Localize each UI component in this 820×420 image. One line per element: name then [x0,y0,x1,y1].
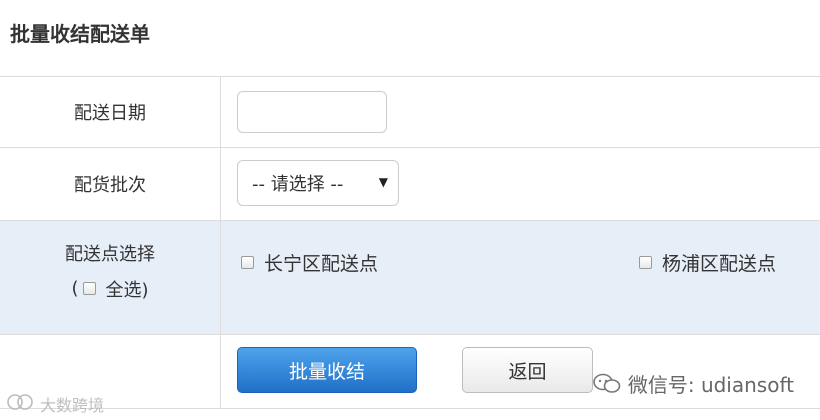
wechat-watermark-text: 微信号: udiansoft [627,373,794,397]
delivery-date-input[interactable] [237,91,387,133]
label-delivery-date: 配送日期 [0,77,221,147]
delivery-form: 配送日期 配货批次 -- 请选择 -- ▼ 配送点选择 ( 全选) 长宁区配送点… [0,76,820,409]
page: 批量收结配送单 配送日期 配货批次 -- 请选择 -- ▼ 配送点选择 (全选… [0,0,820,420]
batch-select[interactable]: -- 请选择 -- ▼ [237,160,399,206]
batch-select-value: -- 请选择 -- [252,174,344,195]
corner-watermark-icon [6,393,34,415]
checkbox-changning[interactable] [241,256,254,269]
corner-watermark-text: 大数跨境 [40,396,105,415]
select-all-line: ( 全选) [71,276,148,302]
label-cell-delivery-points: 配送点选择 ( 全选) [0,221,221,334]
batch-close-button[interactable]: 批量收结 [237,347,417,393]
corner-watermark: 大数跨境 [6,392,104,416]
cell-batch: -- 请选择 -- ▼ [221,148,820,220]
wechat-watermark: 微信号: udiansoft [592,369,794,398]
label-delivery-points: 配送点选择 [65,243,155,265]
label-batch: 配货批次 [0,148,221,220]
wechat-icon [592,372,622,396]
cell-delivery-points: 长宁区配送点 杨浦区配送点 [221,221,820,334]
cell-delivery-date [221,77,820,147]
row-delivery-date: 配送日期 [0,77,820,148]
point-label-changning: 长宁区配送点 [264,253,379,275]
point-option-changning[interactable]: 长宁区配送点 [241,249,378,276]
select-all-open-paren: ( [71,278,79,299]
caret-down-icon: ▼ [378,175,388,189]
checkbox-yangpu[interactable] [639,256,652,269]
back-button[interactable]: 返回 [462,347,593,393]
row-batch: 配货批次 -- 请选择 -- ▼ [0,148,820,221]
point-option-yangpu[interactable]: 杨浦区配送点 [639,249,776,276]
page-title: 批量收结配送单 [10,22,150,46]
row-delivery-points: 配送点选择 ( 全选) 长宁区配送点 杨浦区配送点 [0,221,820,335]
select-all-checkbox[interactable] [82,282,96,295]
point-label-yangpu: 杨浦区配送点 [662,253,777,275]
select-all-label: 全选) [105,279,149,301]
